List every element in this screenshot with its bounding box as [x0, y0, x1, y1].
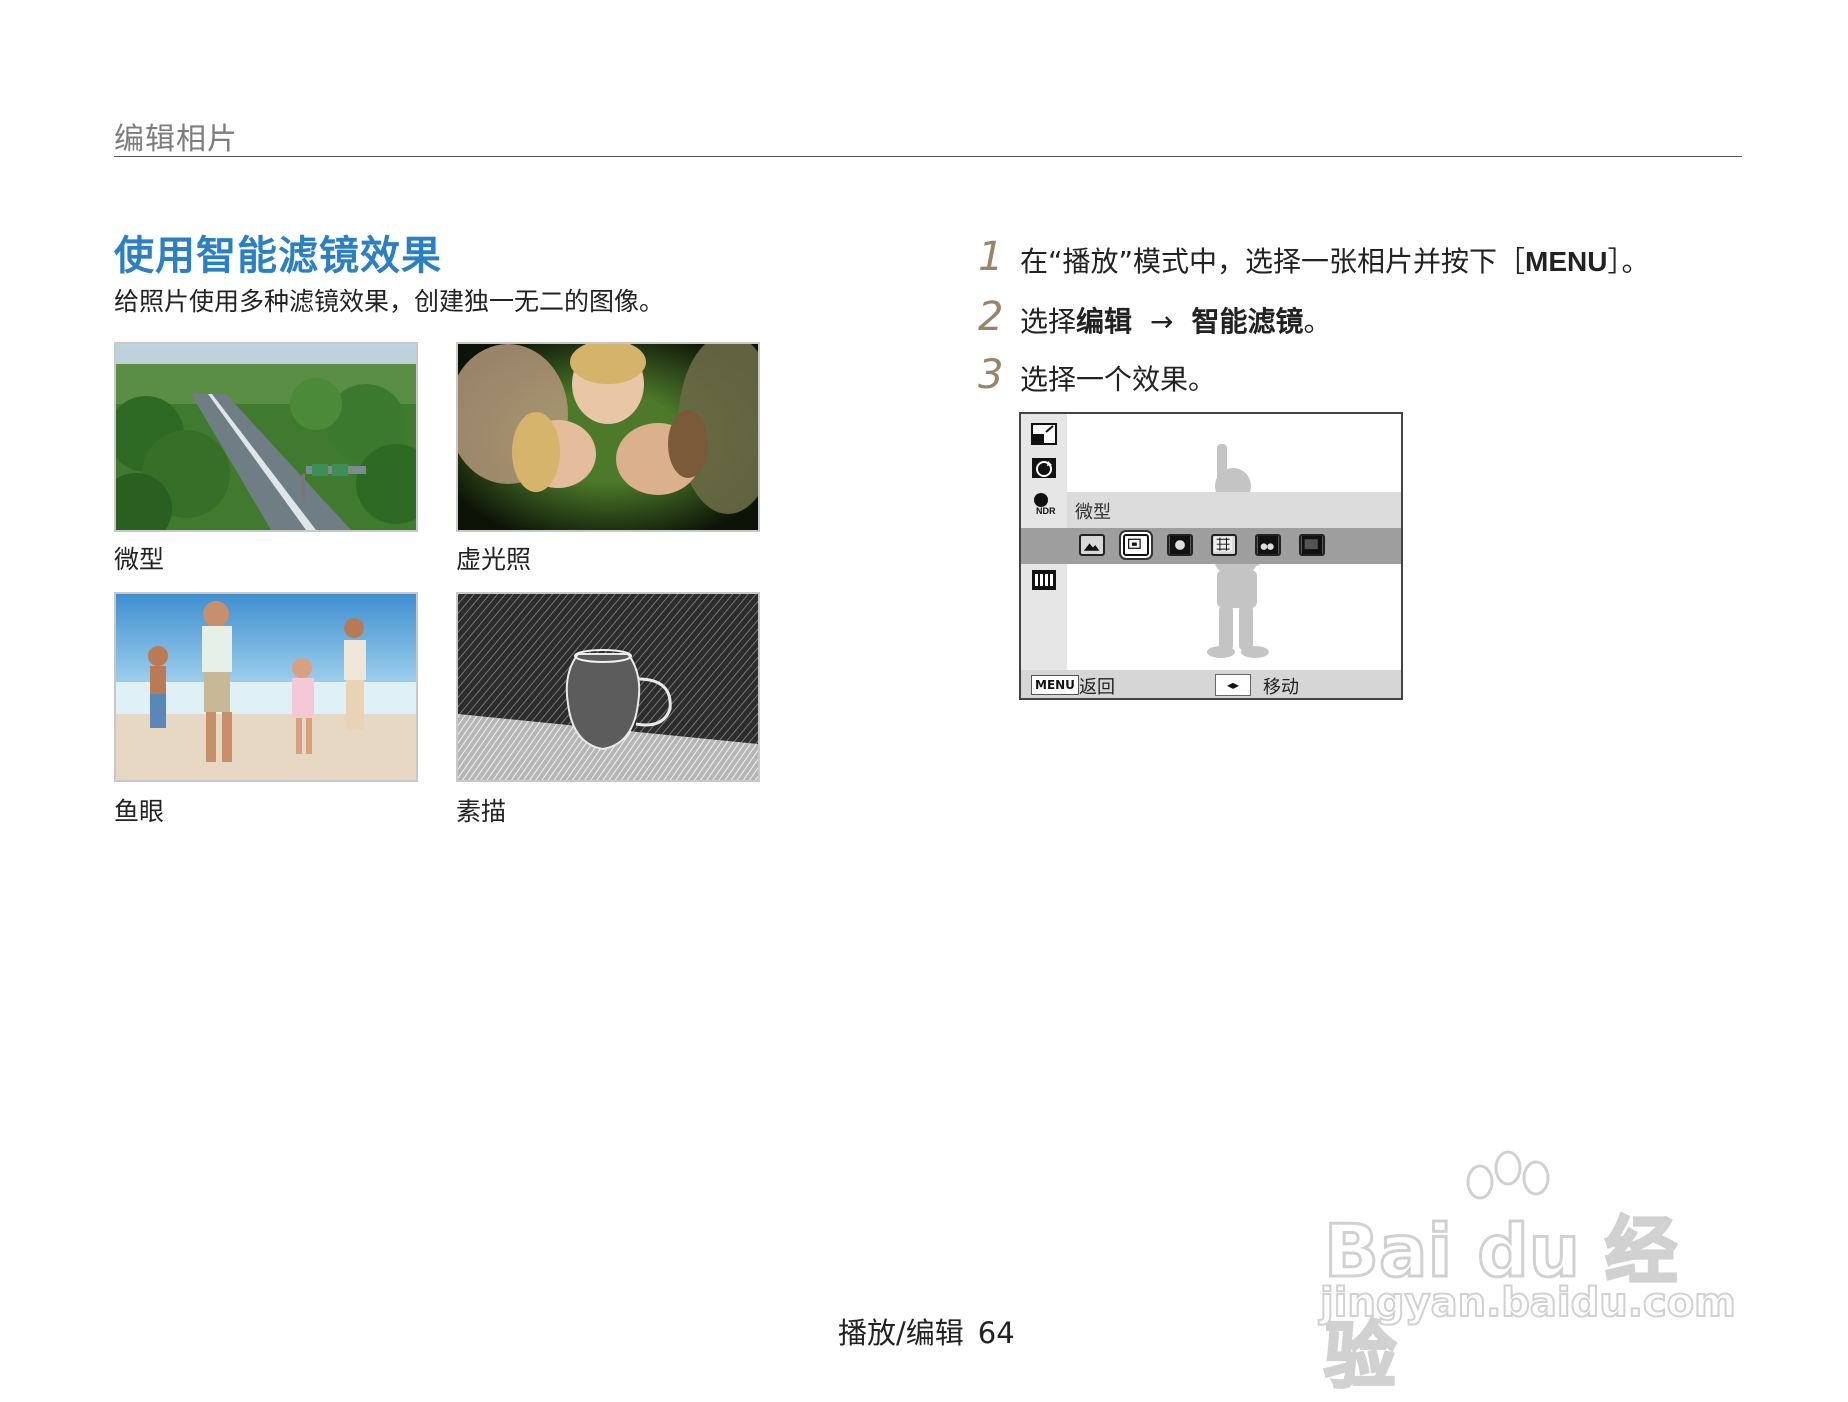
menu-path-smart-filter: 智能滤镜	[1191, 305, 1304, 338]
camera-bottom-bar: MENU 返回 ◂▸ 移动	[1021, 670, 1401, 698]
step-1-text: 在“播放”模式中，选择一张相片并按下［MENU］。	[1020, 240, 1649, 280]
step-text-part: ］。	[1607, 245, 1650, 278]
step-text-part: 在“播放”模式中，选择一张相片并按下［	[1020, 245, 1526, 278]
example-caption: 虚光照	[456, 545, 532, 574]
image-adjust-icon	[1032, 570, 1056, 590]
effect-name-label: 微型	[1075, 502, 1111, 523]
menu-key-label: MENU	[1525, 246, 1608, 277]
footer-section: 播放/编辑	[838, 1316, 964, 1350]
step-number: 1	[978, 234, 1004, 280]
menu-path-edit: 编辑	[1076, 305, 1133, 338]
page-footer: 播放/编辑 64	[838, 1310, 1015, 1352]
camera-lcd-screen: NDR ✦ 微型 MENU 返回 ◂▸ 移动	[1019, 412, 1403, 700]
page-number: 64	[977, 1316, 1015, 1350]
header-divider	[114, 156, 1742, 157]
step-number: 3	[978, 352, 1004, 398]
move-label: 移动	[1263, 677, 1299, 698]
step-3-text: 选择一个效果。	[1020, 363, 1217, 396]
step-text-part: 。	[1303, 305, 1332, 338]
intro-text: 给照片使用多种滤镜效果，创建独一无二的图像。	[114, 287, 665, 316]
svg-text:NDR: NDR	[1036, 506, 1056, 516]
miniature-example-photo	[114, 342, 418, 532]
effect-label-row: 微型	[1067, 492, 1401, 528]
effect-selector-row	[1021, 528, 1401, 564]
fisheye-example-photo	[114, 592, 418, 782]
acb-icon: NDR	[1034, 493, 1056, 516]
step-2-text: 选择编辑 → 智能滤镜。	[1020, 300, 1332, 340]
example-caption: 素描	[456, 797, 507, 826]
step-text-part: 选择	[1020, 305, 1077, 338]
menu-key[interactable]: MENU	[1031, 675, 1079, 695]
watermark-url: jingyan.baidu.com	[1319, 1279, 1737, 1327]
frame-icon[interactable]	[1299, 534, 1325, 556]
vignette-example-photo	[456, 342, 760, 532]
sketch-icon[interactable]	[1255, 534, 1281, 556]
sketch-example-photo	[456, 592, 760, 782]
page-heading: 使用智能滤镜效果	[114, 233, 442, 279]
step-number: 2	[978, 294, 1004, 340]
example-caption: 鱼眼	[114, 797, 165, 826]
section-title: 编辑相片	[114, 122, 238, 157]
rotate-icon	[1032, 458, 1056, 478]
back-label: 返回	[1079, 677, 1115, 698]
fisheye-icon[interactable]	[1211, 534, 1237, 556]
dpad-icon[interactable]: ◂▸	[1215, 674, 1251, 696]
resize-icon	[1031, 423, 1057, 445]
baidu-jingyan-watermark: Bai du 经验 jingyan.baidu.com	[1300, 1148, 1740, 1400]
miniature-icon[interactable]	[1123, 534, 1149, 556]
vignette-icon[interactable]	[1167, 534, 1193, 556]
example-caption: 微型	[114, 545, 165, 574]
arrow-icon: →	[1150, 305, 1174, 338]
normal-icon[interactable]	[1079, 534, 1105, 556]
